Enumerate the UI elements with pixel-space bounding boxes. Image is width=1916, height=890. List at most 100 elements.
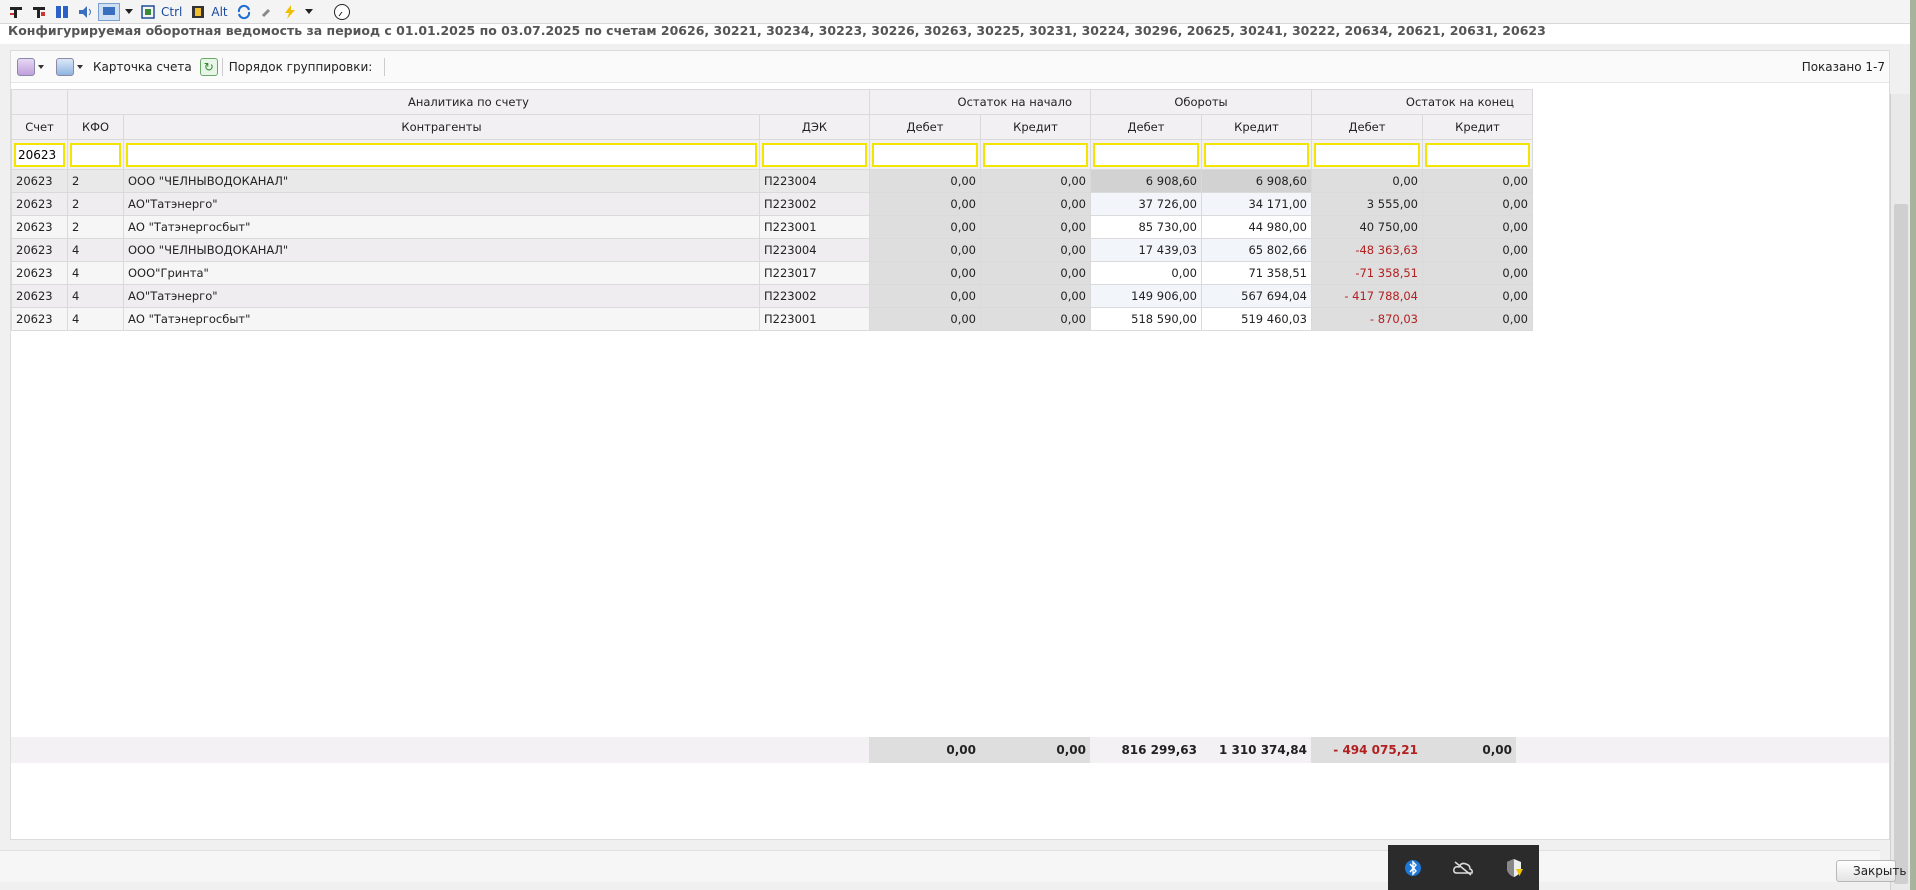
cell-kfo: 4 bbox=[67, 307, 124, 331]
bluetooth-icon[interactable] bbox=[1400, 855, 1426, 881]
cell-counterparty: АО "Татэнергосбыт" bbox=[123, 215, 760, 239]
column-header-start-debit[interactable]: Дебет bbox=[869, 114, 981, 140]
refresh-icon[interactable]: ↻ bbox=[199, 57, 218, 76]
total-end-credit: 0,00 bbox=[1422, 737, 1516, 763]
tool-icon-1[interactable] bbox=[6, 3, 26, 21]
ctrl-key[interactable]: Ctrl bbox=[161, 5, 182, 19]
shown-count: Показано 1-7 bbox=[1801, 60, 1885, 74]
filter-end-credit-input[interactable] bbox=[1425, 142, 1530, 167]
security-warning-icon[interactable] bbox=[1501, 855, 1527, 881]
filter-cell bbox=[123, 139, 760, 170]
cell-end-credit: 0,00 bbox=[1422, 284, 1533, 308]
column-header-counterparty[interactable]: Контрагенты bbox=[123, 114, 760, 140]
filter-turn-debit-input[interactable] bbox=[1093, 142, 1199, 167]
fullscreen-icon[interactable] bbox=[138, 3, 158, 21]
lightning-icon[interactable] bbox=[280, 3, 300, 21]
cell-end-debit: -71 358,51 bbox=[1311, 261, 1423, 285]
cell-turn-credit: 519 460,03 bbox=[1201, 307, 1312, 331]
cell-dek: П223004 bbox=[759, 238, 870, 262]
filter-account-input[interactable] bbox=[14, 142, 65, 167]
column-header-turn-debit[interactable]: Дебет bbox=[1090, 114, 1202, 140]
cell-start-credit: 0,00 bbox=[980, 169, 1091, 193]
table-row[interactable]: 20623 2 АО"Татэнерго" П223002 0,00 0,00 … bbox=[11, 192, 1533, 216]
chevron-down-icon[interactable] bbox=[303, 3, 315, 21]
table-row[interactable]: 20623 2 ООО "ЧЕЛНЫВОДОКАНАЛ" П223004 0,0… bbox=[11, 169, 1533, 193]
bottom-bar bbox=[0, 850, 1880, 882]
speaker-icon[interactable] bbox=[75, 3, 95, 21]
total-turn-debit: 816 299,63 bbox=[1121, 743, 1197, 757]
cell-start-debit: 0,00 bbox=[869, 169, 981, 193]
table-row[interactable]: 20623 4 АО "Татэнергосбыт" П223001 0,00 … bbox=[11, 307, 1533, 331]
cell-start-credit: 0,00 bbox=[980, 261, 1091, 285]
cell-start-debit: 0,00 bbox=[869, 261, 981, 285]
chevron-down-icon[interactable] bbox=[123, 3, 135, 21]
cell-end-debit: 40 750,00 bbox=[1311, 215, 1423, 239]
cell-end-debit: -48 363,63 bbox=[1311, 238, 1423, 262]
column-header-end-debit[interactable]: Дебет bbox=[1311, 114, 1423, 140]
column-header-account[interactable]: Счет bbox=[11, 114, 68, 140]
filter-end-debit-input[interactable] bbox=[1314, 142, 1420, 167]
filter-kfo-input[interactable] bbox=[70, 142, 121, 167]
cell-start-credit: 0,00 bbox=[980, 192, 1091, 216]
filter-start-debit-input[interactable] bbox=[872, 142, 978, 167]
cell-dek: П223002 bbox=[759, 284, 870, 308]
cell-end-credit: 0,00 bbox=[1422, 238, 1533, 262]
column-header-dek[interactable]: ДЭК bbox=[759, 114, 870, 140]
content-area: Карточка счета ↻ Порядок группировки: По… bbox=[0, 44, 1916, 890]
column-header-start-credit[interactable]: Кредит bbox=[980, 114, 1091, 140]
top-toolbar: Ctrl Alt bbox=[0, 0, 1916, 24]
filter-cell bbox=[980, 139, 1091, 170]
vertical-scrollbar[interactable] bbox=[1890, 94, 1910, 890]
clock-icon[interactable] bbox=[332, 3, 352, 21]
settings-button[interactable] bbox=[17, 56, 44, 78]
cell-dek: П223001 bbox=[759, 307, 870, 331]
filter-cell bbox=[1422, 139, 1533, 170]
filter-counterparty-input[interactable] bbox=[126, 142, 757, 167]
cell-end-credit: 0,00 bbox=[1422, 215, 1533, 239]
table-row[interactable]: 20623 4 АО"Татэнерго" П223002 0,00 0,00 … bbox=[11, 284, 1533, 308]
cell-account: 20623 bbox=[11, 284, 68, 308]
column-header-end-credit[interactable]: Кредит bbox=[1422, 114, 1533, 140]
cell-counterparty: АО"Татэнерго" bbox=[123, 192, 760, 216]
column-header-turn-credit[interactable]: Кредит bbox=[1201, 114, 1312, 140]
cell-kfo: 4 bbox=[67, 284, 124, 308]
filter-dek-input[interactable] bbox=[762, 142, 867, 167]
film-icon[interactable] bbox=[188, 3, 208, 21]
refresh-icon[interactable] bbox=[234, 3, 254, 21]
cell-end-credit: 0,00 bbox=[1422, 169, 1533, 193]
filter-turn-credit-input[interactable] bbox=[1204, 142, 1309, 167]
group-header-start-balance: Остаток на начало bbox=[869, 89, 1091, 115]
cell-turn-credit: 6 908,60 bbox=[1201, 169, 1312, 193]
cell-kfo: 2 bbox=[67, 215, 124, 239]
cell-turn-credit: 65 802,66 bbox=[1201, 238, 1312, 262]
cell-end-debit: 3 555,00 bbox=[1311, 192, 1423, 216]
cell-turn-debit: 0,00 bbox=[1090, 261, 1202, 285]
cloud-offline-icon[interactable] bbox=[1450, 855, 1476, 881]
tool-icon-2[interactable] bbox=[29, 3, 49, 21]
totals-row: 0,00 0,00 816 299,63 1 310 374,84 - 494 … bbox=[11, 737, 1889, 763]
book-icon[interactable] bbox=[52, 3, 72, 21]
cell-counterparty: ООО "ЧЕЛНЫВОДОКАНАЛ" bbox=[123, 238, 760, 262]
table-row[interactable]: 20623 4 ООО "ЧЕЛНЫВОДОКАНАЛ" П223004 0,0… bbox=[11, 238, 1533, 262]
table-row[interactable]: 20623 2 АО "Татэнергосбыт" П223001 0,00 … bbox=[11, 215, 1533, 239]
column-header-kfo[interactable]: КФО bbox=[67, 114, 124, 140]
cell-turn-debit: 6 908,60 bbox=[1090, 169, 1202, 193]
plug-icon[interactable] bbox=[257, 3, 277, 21]
total-turn-credit: 1 310 374,84 bbox=[1218, 743, 1307, 757]
table-row[interactable]: 20623 4 ООО"Гринта" П223017 0,00 0,00 0,… bbox=[11, 261, 1533, 285]
print-button[interactable] bbox=[56, 56, 83, 78]
cell-end-debit: - 870,03 bbox=[1311, 307, 1423, 331]
close-button[interactable]: Закрыть bbox=[1836, 860, 1906, 882]
filter-start-credit-input[interactable] bbox=[983, 142, 1088, 167]
monitor-icon[interactable] bbox=[98, 2, 120, 21]
account-card-button[interactable]: Карточка счета bbox=[93, 60, 192, 74]
cell-turn-credit: 567 694,04 bbox=[1201, 284, 1312, 308]
cell-start-debit: 0,00 bbox=[869, 284, 981, 308]
grouping-order-label[interactable]: Порядок группировки: bbox=[229, 60, 373, 74]
cell-turn-credit: 34 171,00 bbox=[1201, 192, 1312, 216]
cell-start-credit: 0,00 bbox=[980, 307, 1091, 331]
filter-cell bbox=[1201, 139, 1312, 170]
alt-key[interactable]: Alt bbox=[211, 5, 227, 19]
cell-end-debit: - 417 788,04 bbox=[1311, 284, 1423, 308]
scrollbar-thumb[interactable] bbox=[1894, 204, 1908, 884]
